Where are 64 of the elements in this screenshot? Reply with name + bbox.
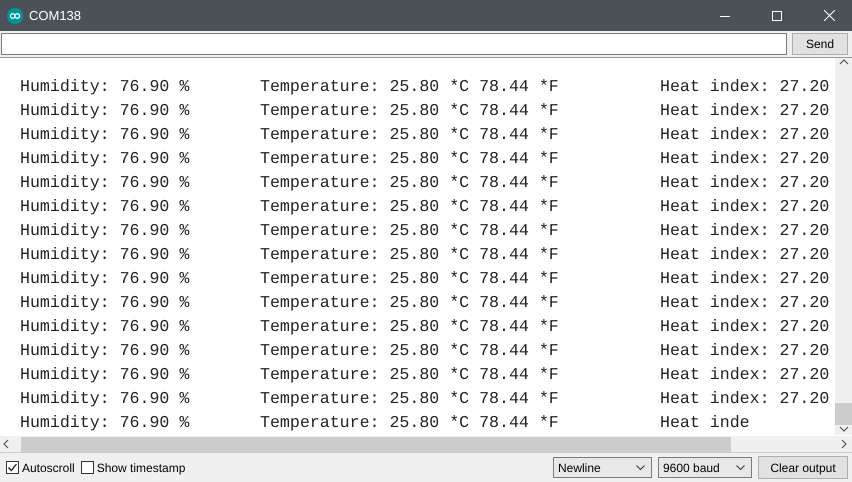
output-text: Temperature: 25.80 *C 78.44 *F xyxy=(260,340,560,360)
input-field[interactable] xyxy=(1,33,787,55)
output-text: Heat index: 27.20 xyxy=(660,292,830,312)
output-text: Heat index: 27.20 xyxy=(660,268,830,288)
output-text: Humidity: 76.90 % xyxy=(20,316,190,336)
output-text: Humidity: 76.90 % xyxy=(20,268,190,288)
output-text: Humidity: 76.90 % xyxy=(20,100,190,120)
output-text: Temperature: 25.80 *C 78.44 *F xyxy=(260,124,560,144)
output-text: Humidity: 76.90 % xyxy=(20,340,190,360)
vertical-scrollbar[interactable] xyxy=(835,58,852,435)
output-text: Humidity: 76.90 % xyxy=(20,76,190,96)
clear-output-button[interactable]: Clear output xyxy=(758,456,848,479)
output-text: Humidity: 76.90 % xyxy=(20,172,190,192)
output-text: Temperature: 25.80 *C 78.44 *F xyxy=(260,244,560,264)
output-text: Heat index: 27.20 xyxy=(660,316,830,336)
output-text: Heat index: 27.20 xyxy=(660,196,830,216)
checkbox-label[interactable]: Autoscroll xyxy=(6,460,75,474)
scroll-thumb[interactable] xyxy=(835,403,852,425)
output-text: Temperature: 25.80 *C 78.44 *F xyxy=(260,268,560,288)
output-text: Humidity: 76.90 % xyxy=(20,364,190,384)
output-text: Temperature: 25.80 *C 78.44 *F xyxy=(260,220,560,240)
checkbox[interactable] xyxy=(80,461,94,474)
output-text: Humidity: 76.90 % xyxy=(20,196,190,216)
output-text: Heat index: 27.20 xyxy=(660,172,830,192)
horizontal-scrollbar[interactable] xyxy=(0,435,852,452)
output-text: Humidity: 76.90 % xyxy=(20,220,190,240)
output-text: Humidity: 76.90 % xyxy=(20,388,190,408)
output-text: Heat index: 27.20 xyxy=(660,220,830,240)
output-text: Temperature: 25.80 *C 78.44 *F xyxy=(260,364,560,384)
output-text: Heat index: 27.20 xyxy=(660,364,830,384)
output-text: Humidity: 76.90 % xyxy=(20,292,190,312)
output-text: Heat index: 27.20 xyxy=(660,388,830,408)
output-text: Humidity: 76.90 % xyxy=(20,148,190,168)
output-text: Temperature: 25.80 *C 78.44 *F xyxy=(260,292,560,312)
close-icon xyxy=(824,10,834,21)
scroll-thumb[interactable] xyxy=(21,436,731,452)
output-text: Temperature: 25.80 *C 78.44 *F xyxy=(260,412,560,432)
maximize-icon xyxy=(772,10,782,20)
send-button[interactable]: Send xyxy=(792,33,848,55)
output-text: Humidity: 76.90 % xyxy=(20,244,190,264)
output-text: Temperature: 25.80 *C 78.44 *F xyxy=(260,316,560,336)
output-text: Heat inde xyxy=(660,412,751,432)
output-text: Humidity: 76.90 % xyxy=(20,124,190,144)
output-text: Temperature: 25.80 *C 78.44 *F xyxy=(260,100,560,120)
output-text: Heat index: 27.20 xyxy=(660,340,830,360)
output-text: Heat index: 27.20 xyxy=(660,148,830,168)
output-text: Heat index: 27.20 xyxy=(660,76,830,96)
line-ending-dropdown[interactable]: Newline xyxy=(553,457,652,478)
checkbox[interactable] xyxy=(6,461,19,474)
output-text: Temperature: 25.80 *C 78.44 *F xyxy=(260,388,560,408)
baud-dropdown[interactable]: 9600 baud xyxy=(658,457,752,478)
output-text: Temperature: 25.80 *C 78.44 *F xyxy=(260,148,560,168)
checkbox-label[interactable]: Show timestamp xyxy=(80,460,186,474)
output-text: Heat index: 27.20 xyxy=(660,124,830,144)
output-text: Humidity: 76.90 % xyxy=(20,412,190,432)
output-text: Temperature: 25.80 *C 78.44 *F xyxy=(260,196,560,216)
window-title: COM138 xyxy=(29,8,82,23)
output-text: Heat index: 27.20 xyxy=(660,100,830,120)
caret-icon xyxy=(736,464,745,470)
output-text: Temperature: 25.80 *C 78.44 *F xyxy=(260,172,560,192)
caret-icon xyxy=(636,464,645,470)
output-text: Temperature: 25.80 *C 78.44 *F xyxy=(260,76,560,96)
output-text: Heat index: 27.20 xyxy=(660,244,830,264)
infinity-logo-icon xyxy=(7,8,23,24)
